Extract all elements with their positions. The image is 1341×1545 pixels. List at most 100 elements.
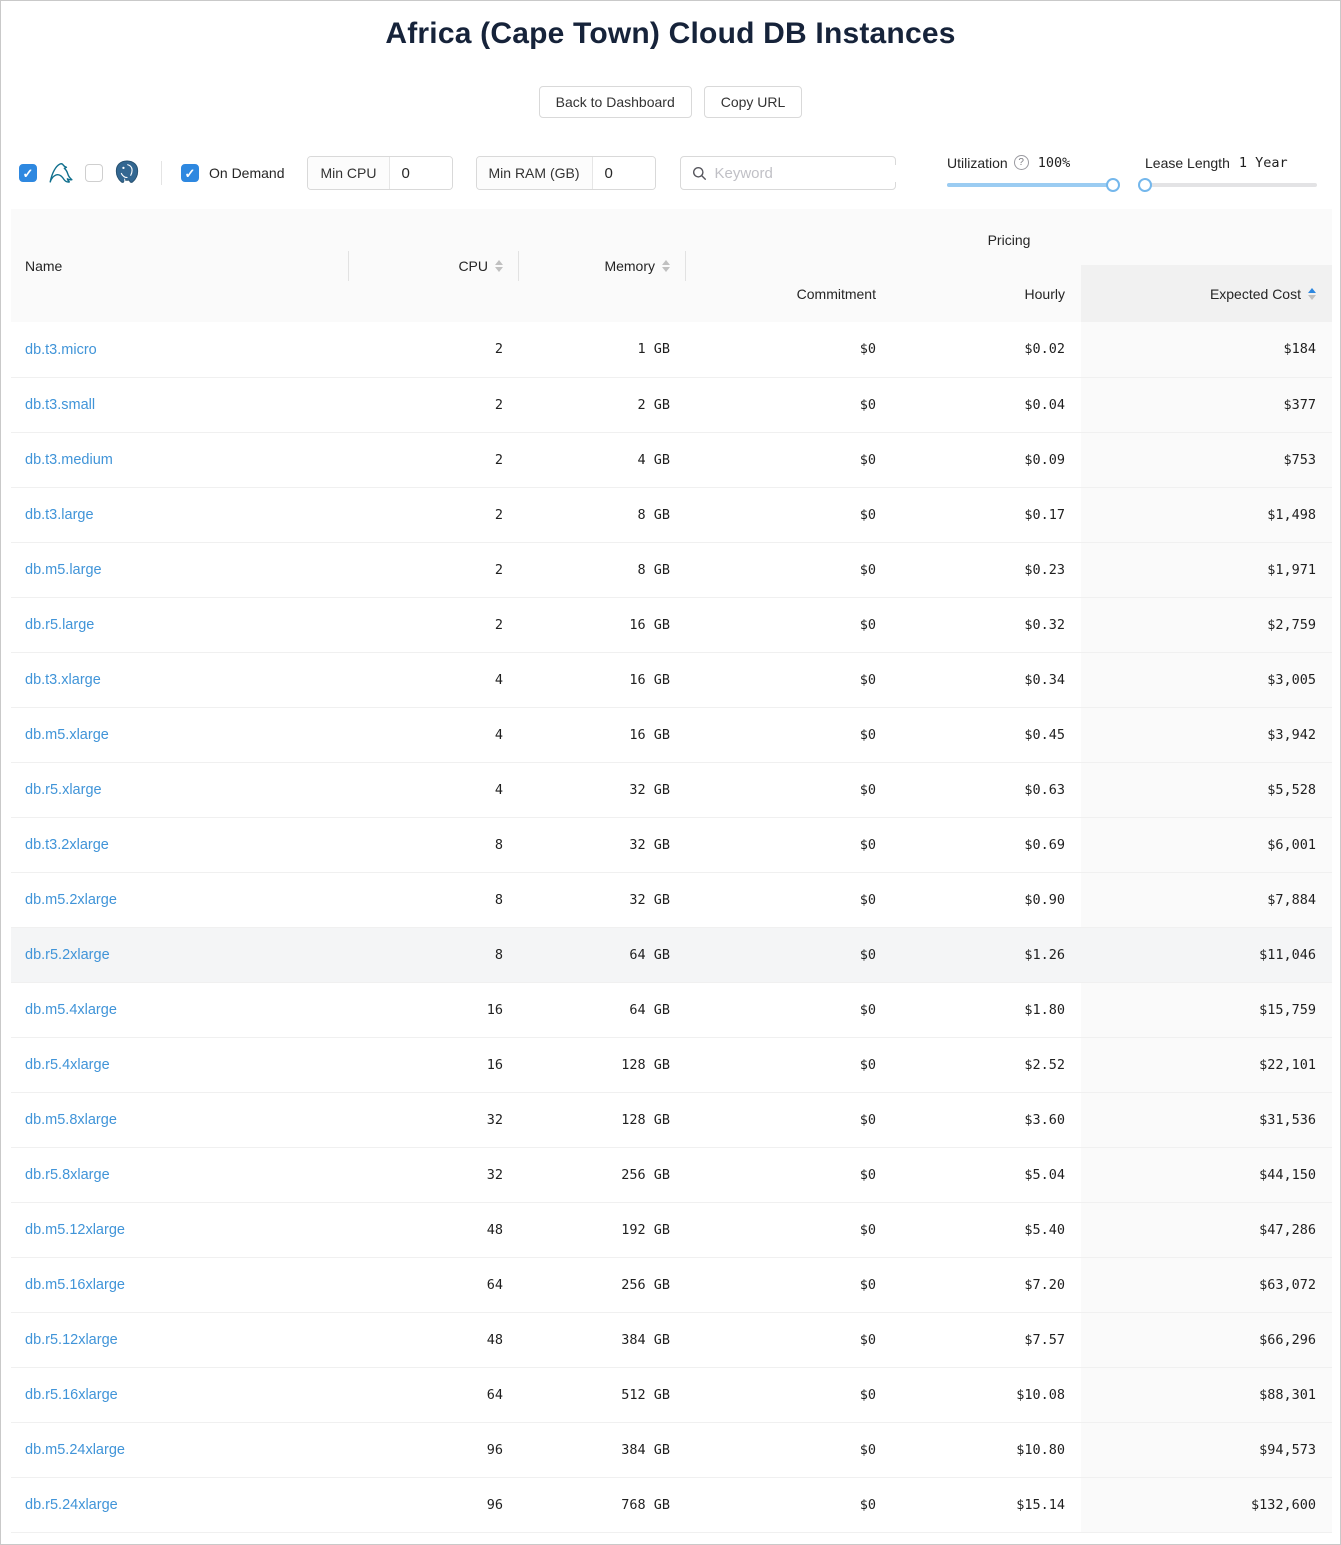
cell-expected-cost: $63,072 — [1081, 1257, 1332, 1312]
instance-link[interactable]: db.r5.24xlarge — [25, 1497, 118, 1513]
cell-name: db.t3.micro — [11, 322, 349, 377]
cell-expected-cost: $7,884 — [1081, 872, 1332, 927]
cell-cpu: 48 — [349, 1202, 519, 1257]
cell-commitment: $0 — [686, 1092, 892, 1147]
instance-link[interactable]: db.m5.16xlarge — [25, 1277, 125, 1293]
instance-link[interactable]: db.m5.8xlarge — [25, 1112, 117, 1128]
cell-commitment: $0 — [686, 1312, 892, 1367]
instance-link[interactable]: db.m5.large — [25, 562, 102, 578]
table-row[interactable]: db.r5.large216 GB$0$0.32$2,759 — [11, 597, 1332, 652]
table-body: db.t3.micro21 GB$0$0.02$184db.t3.small22… — [11, 322, 1332, 1532]
keyword-input[interactable] — [715, 165, 914, 182]
table-row[interactable]: db.r5.16xlarge64512 GB$0$10.08$88,301 — [11, 1367, 1332, 1422]
lease-length-control: Lease Length 1 Year — [1145, 155, 1317, 192]
table-row[interactable]: db.r5.xlarge432 GB$0$0.63$5,528 — [11, 762, 1332, 817]
back-to-dashboard-button[interactable]: Back to Dashboard — [539, 86, 692, 118]
table-row[interactable]: db.m5.xlarge416 GB$0$0.45$3,942 — [11, 707, 1332, 762]
instance-link[interactable]: db.m5.4xlarge — [25, 1002, 117, 1018]
table-row[interactable]: db.m5.16xlarge64256 GB$0$7.20$63,072 — [11, 1257, 1332, 1312]
cell-name: db.t3.2xlarge — [11, 817, 349, 872]
table-row[interactable]: db.r5.24xlarge96768 GB$0$15.14$132,600 — [11, 1477, 1332, 1532]
instance-link[interactable]: db.t3.micro — [25, 342, 97, 358]
min-ram-input[interactable] — [593, 157, 655, 189]
cell-hourly: $0.09 — [892, 432, 1081, 487]
cell-memory: 64 GB — [519, 982, 686, 1037]
table-row[interactable]: db.t3.2xlarge832 GB$0$0.69$6,001 — [11, 817, 1332, 872]
mysql-checkbox[interactable] — [19, 164, 37, 182]
column-header-cpu[interactable]: CPU — [349, 209, 519, 322]
table-row[interactable]: db.m5.large28 GB$0$0.23$1,971 — [11, 542, 1332, 597]
slider-controls: Utilization ? 100% Lease Length 1 Year — [947, 155, 1330, 192]
table-row[interactable]: db.m5.2xlarge832 GB$0$0.90$7,884 — [11, 872, 1332, 927]
cell-commitment: $0 — [686, 927, 892, 982]
table-row[interactable]: db.t3.medium24 GB$0$0.09$753 — [11, 432, 1332, 487]
instance-link[interactable]: db.m5.2xlarge — [25, 892, 117, 908]
cell-hourly: $0.69 — [892, 817, 1081, 872]
cell-commitment: $0 — [686, 432, 892, 487]
instance-link[interactable]: db.r5.16xlarge — [25, 1387, 118, 1403]
instance-link[interactable]: db.r5.large — [25, 617, 94, 633]
cell-hourly: $0.17 — [892, 487, 1081, 542]
table-row[interactable]: db.t3.xlarge416 GB$0$0.34$3,005 — [11, 652, 1332, 707]
cell-commitment: $0 — [686, 1477, 892, 1532]
utilization-slider-handle[interactable] — [1106, 178, 1120, 192]
table-row[interactable]: db.t3.large28 GB$0$0.17$1,498 — [11, 487, 1332, 542]
instance-link[interactable]: db.t3.2xlarge — [25, 837, 109, 853]
column-header-memory[interactable]: Memory — [519, 209, 686, 322]
cell-memory: 256 GB — [519, 1147, 686, 1202]
cell-memory: 64 GB — [519, 927, 686, 982]
instance-link[interactable]: db.m5.24xlarge — [25, 1442, 125, 1458]
column-header-expected-cost[interactable]: Expected Cost — [1081, 265, 1332, 322]
cell-expected-cost: $88,301 — [1081, 1367, 1332, 1422]
cell-hourly: $2.52 — [892, 1037, 1081, 1092]
instance-link[interactable]: db.r5.12xlarge — [25, 1332, 118, 1348]
table-row[interactable]: db.m5.12xlarge48192 GB$0$5.40$47,286 — [11, 1202, 1332, 1257]
on-demand-label[interactable]: On Demand — [209, 165, 284, 181]
utilization-value: 100% — [1038, 155, 1071, 171]
cell-hourly: $0.90 — [892, 872, 1081, 927]
cell-hourly: $0.02 — [892, 322, 1081, 377]
cell-name: db.m5.24xlarge — [11, 1422, 349, 1477]
instance-link[interactable]: db.r5.xlarge — [25, 782, 102, 798]
cell-name: db.m5.large — [11, 542, 349, 597]
postgresql-checkbox[interactable] — [85, 164, 103, 182]
instance-link[interactable]: db.t3.large — [25, 507, 94, 523]
min-cpu-input[interactable] — [390, 157, 452, 189]
instance-link[interactable]: db.r5.2xlarge — [25, 947, 110, 963]
utilization-slider[interactable] — [947, 178, 1113, 192]
cell-name: db.r5.16xlarge — [11, 1367, 349, 1422]
table-row[interactable]: db.r5.12xlarge48384 GB$0$7.57$66,296 — [11, 1312, 1332, 1367]
instance-link[interactable]: db.m5.xlarge — [25, 727, 109, 743]
cell-cpu: 2 — [349, 487, 519, 542]
cell-cpu: 8 — [349, 927, 519, 982]
cell-memory: 16 GB — [519, 652, 686, 707]
cell-memory: 16 GB — [519, 597, 686, 652]
cell-expected-cost: $31,536 — [1081, 1092, 1332, 1147]
instance-link[interactable]: db.m5.12xlarge — [25, 1222, 125, 1238]
lease-length-slider-handle[interactable] — [1138, 178, 1152, 192]
question-circle-icon[interactable]: ? — [1014, 155, 1029, 170]
table-row[interactable]: db.m5.8xlarge32128 GB$0$3.60$31,536 — [11, 1092, 1332, 1147]
cell-name: db.r5.24xlarge — [11, 1477, 349, 1532]
table-row[interactable]: db.r5.8xlarge32256 GB$0$5.04$44,150 — [11, 1147, 1332, 1202]
copy-url-button[interactable]: Copy URL — [704, 86, 803, 118]
cell-memory: 32 GB — [519, 762, 686, 817]
table-row[interactable]: db.m5.4xlarge1664 GB$0$1.80$15,759 — [11, 982, 1332, 1037]
table-row[interactable]: db.m5.24xlarge96384 GB$0$10.80$94,573 — [11, 1422, 1332, 1477]
cell-name: db.m5.16xlarge — [11, 1257, 349, 1312]
table-row[interactable]: db.t3.small22 GB$0$0.04$377 — [11, 377, 1332, 432]
lease-length-slider[interactable] — [1145, 178, 1317, 192]
instance-link[interactable]: db.r5.4xlarge — [25, 1057, 110, 1073]
table-row[interactable]: db.r5.2xlarge864 GB$0$1.26$11,046 — [11, 927, 1332, 982]
cell-hourly: $15.14 — [892, 1477, 1081, 1532]
instance-link[interactable]: db.t3.small — [25, 397, 95, 413]
instance-link[interactable]: db.t3.medium — [25, 452, 113, 468]
filter-bar: On Demand Min CPU Min RAM (GB) Utilizati… — [19, 156, 1330, 190]
on-demand-checkbox[interactable] — [181, 164, 199, 182]
table-row[interactable]: db.r5.4xlarge16128 GB$0$2.52$22,101 — [11, 1037, 1332, 1092]
lease-length-value: 1 Year — [1239, 155, 1288, 171]
table-row[interactable]: db.t3.micro21 GB$0$0.02$184 — [11, 322, 1332, 377]
instance-link[interactable]: db.t3.xlarge — [25, 672, 101, 688]
sort-icon-expected-cost — [1308, 288, 1316, 300]
instance-link[interactable]: db.r5.8xlarge — [25, 1167, 110, 1183]
